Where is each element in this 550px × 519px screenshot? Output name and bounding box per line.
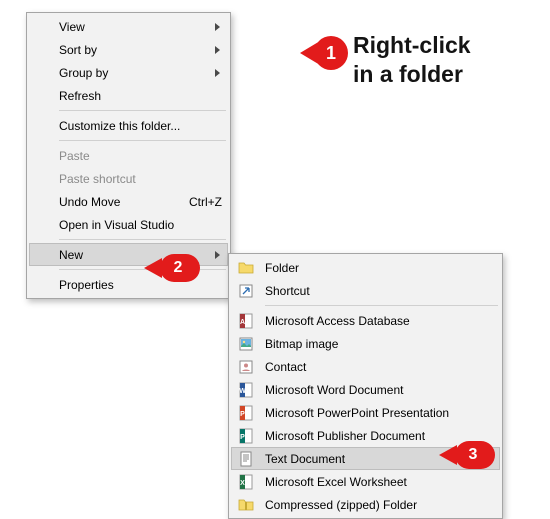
submenu-arrow-icon [215, 46, 220, 54]
access-file-icon: A [238, 313, 254, 329]
powerpoint-file-icon: P [238, 405, 254, 421]
menu-item-label: Undo Move [59, 195, 120, 209]
folder-icon [238, 260, 254, 276]
submenu-item-powerpoint-presentation[interactable]: P Microsoft PowerPoint Presentation [231, 401, 500, 424]
instruction-line1: Right-click [353, 32, 471, 58]
menu-item-paste: Paste [29, 144, 228, 167]
menu-item-label: Customize this folder... [59, 119, 180, 133]
menu-separator [59, 110, 226, 111]
menu-separator [265, 305, 498, 306]
menu-separator [59, 269, 226, 270]
callout-badge-3: 3 [455, 441, 495, 469]
menu-item-sort-by[interactable]: Sort by [29, 38, 228, 61]
submenu-item-bitmap-image[interactable]: Bitmap image [231, 332, 500, 355]
menu-item-label: Bitmap image [265, 337, 338, 351]
badge-2-number: 2 [174, 259, 183, 277]
submenu-item-word-document[interactable]: W Microsoft Word Document [231, 378, 500, 401]
svg-text:W: W [239, 388, 246, 395]
svg-text:P: P [240, 434, 245, 441]
menu-item-label: Microsoft Publisher Document [265, 429, 425, 443]
menu-item-label: Shortcut [265, 284, 310, 298]
svg-text:A: A [240, 319, 245, 326]
bitmap-file-icon [238, 336, 254, 352]
menu-item-group-by[interactable]: Group by [29, 61, 228, 84]
svg-text:X: X [240, 480, 245, 487]
menu-item-label: New [59, 248, 83, 262]
menu-separator [59, 239, 226, 240]
menu-item-paste-shortcut: Paste shortcut [29, 167, 228, 190]
submenu-item-access-database[interactable]: A Microsoft Access Database [231, 309, 500, 332]
menu-item-label: Microsoft Word Document [265, 383, 404, 397]
submenu-arrow-icon [215, 23, 220, 31]
instruction-line2: in a folder [353, 61, 463, 87]
submenu-arrow-icon [215, 251, 220, 259]
menu-item-label: Paste shortcut [59, 172, 136, 186]
contact-file-icon [238, 359, 254, 375]
submenu-item-excel-worksheet[interactable]: X Microsoft Excel Worksheet [231, 470, 500, 493]
menu-item-customize-folder[interactable]: Customize this folder... [29, 114, 228, 137]
shortcut-icon [238, 283, 254, 299]
menu-item-label: Folder [265, 261, 299, 275]
badge-3-number: 3 [469, 446, 478, 464]
menu-item-label: Paste [59, 149, 90, 163]
menu-item-view[interactable]: View [29, 15, 228, 38]
svg-text:P: P [240, 411, 245, 418]
menu-separator [59, 140, 226, 141]
submenu-arrow-icon [215, 69, 220, 77]
callout-badge-1: 1 [314, 36, 348, 70]
menu-item-label: Text Document [265, 452, 345, 466]
menu-item-properties[interactable]: Properties [29, 273, 228, 296]
menu-item-label: Microsoft Access Database [265, 314, 410, 328]
menu-item-label: Contact [265, 360, 306, 374]
instruction-text: Right-click in a folder [353, 31, 471, 89]
menu-item-refresh[interactable]: Refresh [29, 84, 228, 107]
context-menu-new-submenu: Folder Shortcut A Microsoft Access Datab… [228, 253, 503, 519]
menu-item-label: Microsoft Excel Worksheet [265, 475, 407, 489]
menu-item-label: Microsoft PowerPoint Presentation [265, 406, 449, 420]
excel-file-icon: X [238, 474, 254, 490]
text-file-icon [238, 451, 254, 467]
menu-item-label: Group by [59, 66, 108, 80]
submenu-item-shortcut[interactable]: Shortcut [231, 279, 500, 302]
callout-badge-2: 2 [160, 254, 200, 282]
menu-item-undo-move[interactable]: Undo Move Ctrl+Z [29, 190, 228, 213]
submenu-item-folder[interactable]: Folder [231, 256, 500, 279]
menu-item-label: Open in Visual Studio [59, 218, 174, 232]
menu-item-label: View [59, 20, 85, 34]
context-menu-primary: View Sort by Group by Refresh Customize … [26, 12, 231, 299]
submenu-item-contact[interactable]: Contact [231, 355, 500, 378]
menu-item-label: Properties [59, 278, 114, 292]
word-file-icon: W [238, 382, 254, 398]
badge-1-number: 1 [326, 43, 336, 64]
menu-item-label: Refresh [59, 89, 101, 103]
publisher-file-icon: P [238, 428, 254, 444]
menu-item-open-in-visual-studio[interactable]: Open in Visual Studio [29, 213, 228, 236]
menu-item-label: Sort by [59, 43, 97, 57]
menu-item-shortcut: Ctrl+Z [169, 195, 222, 209]
